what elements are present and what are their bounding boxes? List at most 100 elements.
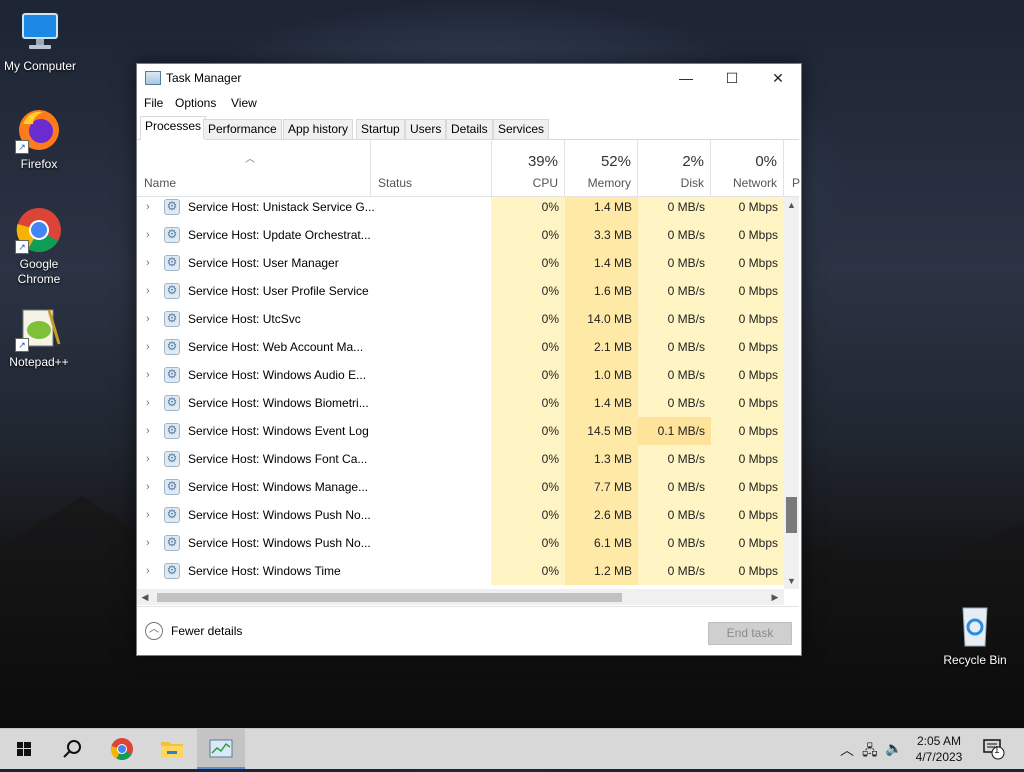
desktop-icon-notepad-plus-plus[interactable]: ↗ Notepad++ [0,304,79,370]
notification-center-button[interactable]: 1 [982,738,1006,763]
table-row[interactable]: › ⚙ Service Host: Windows Push No... 0% 2.6 … [137,501,784,529]
maximize-button[interactable]: ☐ [709,64,755,92]
column-header-network[interactable]: 0% Network [711,140,784,196]
expand-chevron-icon[interactable]: › [146,221,150,249]
expand-chevron-icon[interactable]: › [146,389,150,417]
expand-chevron-icon[interactable]: › [146,277,150,305]
clock[interactable]: 2:05 AM 4/7/2023 [910,733,968,765]
table-row[interactable]: › ⚙ Service Host: Windows Push No... 0% 6.1 … [137,529,784,557]
table-row[interactable]: › ⚙ Service Host: Windows Audio E... 0% 1.0 … [137,361,784,389]
tab-startup[interactable]: Startup [356,119,405,139]
menu-file[interactable]: File [144,96,163,110]
service-gear-icon: ⚙ [164,283,180,299]
cell-network: 0 Mbps [711,445,784,473]
network-icon[interactable]: 🖧 [862,740,878,764]
table-row[interactable]: › ⚙ Service Host: Windows Manage... 0% 7.7 M… [137,473,784,501]
column-header-power-truncated[interactable]: P [784,140,800,196]
tab-users[interactable]: Users [405,119,447,139]
table-row[interactable]: › ⚙ Service Host: Unistack Service G... 0% 1… [137,197,784,221]
process-name: Service Host: Update Orchestrat... [188,228,371,242]
table-row[interactable]: › ⚙ Service Host: UtcSvc 0% 14.0 MB 0 MB/s 0 M… [137,305,784,333]
scroll-up-arrow-icon[interactable]: ▲ [784,197,799,213]
cell-cpu: 0% [491,473,565,501]
expand-chevron-icon[interactable]: › [146,361,150,389]
cell-network: 0 Mbps [711,501,784,529]
cell-cpu: 0% [491,417,565,445]
process-name: Service Host: Windows Push No... [188,536,371,550]
tab-processes[interactable]: Processes [140,116,207,140]
column-header-memory[interactable]: 52% Memory [565,140,638,196]
expand-chevron-icon[interactable]: › [146,501,150,529]
expand-chevron-icon[interactable]: › [146,249,150,277]
vertical-scroll-thumb[interactable] [786,497,797,533]
tab-strip: Processes Performance App history Startu… [137,115,799,140]
scroll-right-arrow-icon[interactable]: ▶ [767,589,783,605]
expand-chevron-icon[interactable]: › [146,529,150,557]
scroll-left-arrow-icon[interactable]: ◀ [137,589,153,605]
scroll-down-arrow-icon[interactable]: ▼ [784,573,799,589]
taskbar-task-manager[interactable] [197,729,245,769]
tab-app-history[interactable]: App history [283,119,354,139]
minimize-button[interactable]: — [663,64,709,92]
column-header-disk[interactable]: 2% Disk [638,140,711,196]
menu-options[interactable]: Options [175,96,216,110]
expand-chevron-icon[interactable]: › [146,417,150,445]
cell-network: 0 Mbps [711,473,784,501]
horizontal-scrollbar[interactable]: ◀ ▶ [137,589,784,605]
start-button[interactable] [0,729,48,769]
cell-cpu: 0% [491,501,565,529]
expand-chevron-icon[interactable]: › [146,197,150,221]
chevron-up-circle-icon[interactable]: ︿ [145,622,163,640]
desktop-icon-label: Recycle Bin [943,653,1007,667]
tab-details[interactable]: Details [446,119,493,139]
cell-network: 0 Mbps [711,417,784,445]
show-hidden-icons-chevron-icon[interactable]: ︿ [840,740,854,760]
menu-view[interactable]: View [231,96,257,110]
taskbar-file-explorer[interactable] [148,729,196,769]
search-button[interactable] [48,729,96,769]
desktop-icon-my-computer[interactable]: My Computer [0,8,80,74]
horizontal-scroll-thumb[interactable] [157,593,622,602]
table-row[interactable]: › ⚙ Service Host: Windows Font Ca... 0% 1.3 … [137,445,784,473]
table-row[interactable]: › ⚙ Service Host: Update Orchestrat... 0% 3.… [137,221,784,249]
desktop-icon-recycle-bin[interactable]: Recycle Bin [935,602,1015,668]
windows-logo-icon [17,742,31,756]
tab-services[interactable]: Services [493,119,550,139]
tab-performance[interactable]: Performance [203,119,282,139]
table-row[interactable]: › ⚙ Service Host: Windows Event Log 0% 14.5 … [137,417,784,445]
expand-chevron-icon[interactable]: › [146,305,150,333]
expand-chevron-icon[interactable]: › [146,557,150,585]
expand-chevron-icon[interactable]: › [146,333,150,361]
column-header-cpu[interactable]: 39% CPU [492,140,565,196]
title-bar[interactable]: Task Manager — ☐ ✕ [137,64,801,92]
cell-memory: 2.1 MB [565,333,638,361]
desktop-icon-label: Firefox [20,157,58,171]
service-gear-icon: ⚙ [164,395,180,411]
cell-disk: 0 MB/s [638,221,711,249]
process-list: › ⚙ Service Host: Unistack Service G... 0% 1… [137,197,784,589]
fewer-details-link[interactable]: Fewer details [171,624,242,638]
cell-cpu: 0% [491,277,565,305]
column-header-name[interactable]: ︿ Name [137,140,371,196]
column-header-status[interactable]: Status [371,140,492,196]
cell-network: 0 Mbps [711,361,784,389]
cell-memory: 1.6 MB [565,277,638,305]
task-manager-icon [209,739,233,758]
cell-disk: 0 MB/s [638,473,711,501]
vertical-scrollbar[interactable]: ▲ ▼ [784,197,799,589]
notepad-plus-plus-icon: ↗ [15,304,63,352]
taskbar-chrome[interactable] [98,729,146,769]
close-button[interactable]: ✕ [755,64,801,92]
end-task-button[interactable]: End task [708,622,792,645]
table-row[interactable]: › ⚙ Service Host: User Manager 0% 1.4 MB 0 MB… [137,249,784,277]
table-row[interactable]: › ⚙ Service Host: Web Account Ma... 0% 2.1 M… [137,333,784,361]
table-row[interactable]: › ⚙ Service Host: User Profile Service 0% 1.… [137,277,784,305]
expand-chevron-icon[interactable]: › [146,473,150,501]
expand-chevron-icon[interactable]: › [146,445,150,473]
desktop-icon-firefox[interactable]: ↗ Firefox [0,106,79,172]
cell-cpu: 0% [491,305,565,333]
table-row[interactable]: › ⚙ Service Host: Windows Time 0% 1.2 MB 0 MB… [137,557,784,585]
table-row[interactable]: › ⚙ Service Host: Windows Biometri... 0% 1.4… [137,389,784,417]
desktop-icon-google-chrome[interactable]: ↗ Google Chrome [0,206,79,287]
volume-icon[interactable]: 🔈 [885,740,902,757]
